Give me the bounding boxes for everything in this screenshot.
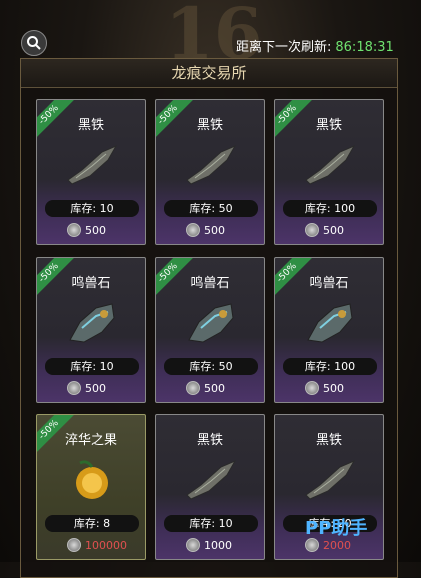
beast-stone-icon — [307, 303, 353, 343]
black-iron-icon — [305, 144, 356, 185]
silver-coin-icon — [67, 538, 81, 552]
item-card[interactable]: -50% 鸣兽石 库存: 50 500 — [155, 257, 265, 403]
price: 500 — [186, 380, 225, 396]
price: 100000 — [67, 537, 127, 553]
price: 500 — [305, 222, 344, 238]
price-value: 2000 — [323, 538, 351, 552]
price-value: 500 — [323, 223, 344, 237]
item-card[interactable]: -50% 黑铁 库存: 100 500 — [274, 99, 384, 245]
refresh-label: 距离下一次刷新: — [236, 40, 332, 55]
silver-coin-icon — [67, 223, 81, 237]
price-value: 500 — [85, 223, 106, 237]
watermark-logo: PP助手 — [305, 518, 368, 539]
silver-coin-icon — [186, 223, 200, 237]
price-value: 500 — [204, 381, 225, 395]
silver-coin-icon — [305, 538, 319, 552]
price: 500 — [67, 380, 106, 396]
item-card[interactable]: -50% 鸣兽石 库存: 100 500 — [274, 257, 384, 403]
item-name: 鸣兽石 — [309, 276, 349, 291]
price: 500 — [67, 222, 106, 238]
golden-fruit-icon — [76, 460, 108, 499]
price: 500 — [305, 380, 344, 396]
beast-stone-icon — [188, 303, 234, 343]
item-name: 淬华之果 — [64, 433, 117, 448]
price-value: 500 — [85, 381, 106, 395]
price-value: 500 — [323, 381, 344, 395]
stock-label: 库存: 50 — [164, 358, 258, 375]
stock-label: 库存: 10 — [45, 358, 139, 375]
item-name: 黑铁 — [315, 118, 342, 133]
item-name: 鸣兽石 — [71, 276, 111, 291]
black-iron-icon — [67, 144, 118, 185]
item-name: 鸣兽石 — [190, 276, 230, 291]
silver-coin-icon — [67, 381, 81, 395]
search-icon — [27, 36, 41, 50]
stock-label: 库存: 100 — [283, 200, 377, 217]
price-value: 1000 — [204, 538, 232, 552]
item-name: 黑铁 — [77, 118, 104, 133]
silver-coin-icon — [186, 538, 200, 552]
item-card[interactable]: -50% 淬华之果 库存: 8 100000 — [36, 414, 146, 560]
stock-label: 库存: 10 — [164, 515, 258, 532]
exchange-panel: 龙痕交易所 -50% 黑铁 库存: 10 500 -50% 黑铁 库存: 50 … — [20, 58, 398, 578]
item-card[interactable]: -50% 黑铁 库存: 50 500 — [155, 99, 265, 245]
silver-coin-icon — [305, 223, 319, 237]
silver-coin-icon — [186, 381, 200, 395]
refresh-timer: 距离下一次刷新: 86:18:31 — [236, 36, 394, 55]
item-name: 黑铁 — [196, 433, 223, 448]
price-value: 500 — [204, 223, 225, 237]
black-iron-icon — [186, 144, 237, 185]
item-card[interactable]: -50% 黑铁 库存: 10 500 — [36, 99, 146, 245]
price: 500 — [186, 222, 225, 238]
silver-coin-icon — [305, 381, 319, 395]
black-iron-icon — [186, 459, 237, 500]
search-button[interactable] — [21, 30, 47, 56]
panel-title: 龙痕交易所 — [21, 59, 397, 88]
item-name: 黑铁 — [315, 433, 342, 448]
stock-label: 库存: 50 — [164, 200, 258, 217]
stock-label: 库存: 10 — [45, 200, 139, 217]
price: 1000 — [186, 537, 232, 553]
item-card[interactable]: -50% 鸣兽石 库存: 10 500 — [36, 257, 146, 403]
item-card[interactable]: 黑铁 库存: 10 1000 — [155, 414, 265, 560]
beast-stone-icon — [69, 303, 115, 343]
stock-label: 库存: 100 — [283, 358, 377, 375]
price-value: 100000 — [85, 538, 127, 552]
black-iron-icon — [305, 459, 356, 500]
stock-label: 库存: 8 — [45, 515, 139, 532]
refresh-time: 86:18:31 — [335, 40, 394, 55]
item-name: 黑铁 — [196, 118, 223, 133]
